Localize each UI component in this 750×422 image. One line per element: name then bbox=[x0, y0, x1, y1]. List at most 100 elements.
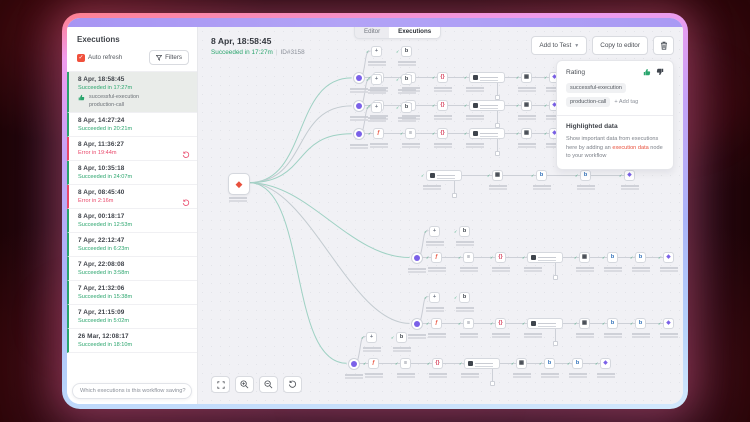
execution-list-item[interactable]: 26 Mar, 12:08:17Succeeded in 18:10m bbox=[67, 329, 197, 353]
workflow-branch-node[interactable] bbox=[353, 128, 365, 140]
execution-list-item[interactable]: 7 Apr, 22:08:08Succeeded in 3:58m bbox=[67, 257, 197, 281]
execution-status: Error in 19:44m bbox=[78, 150, 189, 156]
workflow-node-curly[interactable]: {} bbox=[495, 318, 506, 329]
workflow-node-bdark[interactable]: b bbox=[401, 46, 412, 57]
workflow-node-bars[interactable]: ≡ bbox=[463, 252, 474, 263]
workflow-node-plus[interactable]: + bbox=[371, 74, 382, 85]
node-label bbox=[393, 347, 411, 349]
workflow-node-curly[interactable]: {} bbox=[437, 72, 448, 83]
workflow-node-wide[interactable] bbox=[527, 318, 563, 329]
workflow-node-wide[interactable] bbox=[527, 252, 563, 263]
workflow-root-node[interactable]: ◆ bbox=[228, 173, 250, 195]
workflow-node-bdark[interactable]: b bbox=[401, 74, 412, 85]
workflow-node-gear[interactable]: ▦ bbox=[521, 128, 532, 139]
filters-button[interactable]: Filters bbox=[149, 50, 189, 65]
retry-icon[interactable] bbox=[182, 199, 190, 207]
node-label bbox=[569, 373, 587, 375]
workflow-node-dot[interactable]: ƒ bbox=[373, 128, 384, 139]
workflow-node-curly[interactable]: {} bbox=[495, 252, 506, 263]
execution-list-item[interactable]: 8 Apr, 00:18:17Succeeded in 12:53m bbox=[67, 209, 197, 233]
node-branch-endpoint bbox=[495, 151, 500, 156]
reset-zoom-button[interactable] bbox=[283, 376, 302, 393]
workflow-saving-question[interactable]: Which executions is this workflow saving… bbox=[72, 383, 192, 399]
workflow-node-gear[interactable]: ▦ bbox=[579, 318, 590, 329]
workflow-node-plus[interactable]: + bbox=[429, 226, 440, 237]
execution-list-item[interactable]: 8 Apr, 18:58:45Succeeded in 17:27msucces… bbox=[67, 72, 197, 113]
workflow-node-gear[interactable]: ▦ bbox=[521, 100, 532, 111]
node-label bbox=[398, 117, 416, 119]
workflow-node-gear[interactable]: ▦ bbox=[516, 358, 527, 369]
workflow-node-plus[interactable]: + bbox=[429, 292, 440, 303]
workflow-node-end[interactable]: ◆ bbox=[624, 170, 635, 181]
zoom-out-button[interactable] bbox=[259, 376, 278, 393]
checkbox-checked-icon[interactable]: ✓ bbox=[77, 54, 85, 62]
execution-list-item[interactable]: 8 Apr, 11:36:27Error in 19:44m bbox=[67, 137, 197, 161]
workflow-node-gear[interactable]: ▦ bbox=[492, 170, 503, 181]
workflow-branch-node[interactable] bbox=[348, 358, 360, 370]
workflow-node-dot[interactable]: ƒ bbox=[368, 358, 379, 369]
workflow-branch-node[interactable] bbox=[353, 72, 365, 84]
workflow-node-b[interactable]: b bbox=[607, 318, 618, 329]
thumbs-up-icon[interactable] bbox=[643, 68, 651, 76]
workflow-node-end[interactable]: ◆ bbox=[663, 318, 674, 329]
thumbs-down-icon[interactable] bbox=[656, 68, 664, 76]
execution-list-item[interactable]: 7 Apr, 21:32:06Succeeded in 15:38m bbox=[67, 281, 197, 305]
tag-chip[interactable]: successful-execution bbox=[566, 83, 626, 93]
workflow-node-b[interactable]: b bbox=[580, 170, 591, 181]
execution-list-item[interactable]: 8 Apr, 08:45:40Error in 2:16m bbox=[67, 185, 197, 209]
workflow-node-bdark[interactable]: b bbox=[459, 292, 470, 303]
workflow-node-curly[interactable]: {} bbox=[432, 358, 443, 369]
workflow-node-b[interactable]: b bbox=[572, 358, 583, 369]
execution-list-item[interactable]: 7 Apr, 21:15:09Succeeded in 5:02m bbox=[67, 305, 197, 329]
auto-refresh-toggle[interactable]: ✓ Auto refresh bbox=[77, 54, 122, 62]
tab-editor[interactable]: Editor bbox=[355, 27, 389, 38]
workflow-node-wide[interactable] bbox=[426, 170, 462, 181]
workflow-branch-node[interactable] bbox=[411, 318, 423, 330]
workflow-node-curly[interactable]: {} bbox=[437, 100, 448, 111]
workflow-branch-node[interactable] bbox=[411, 252, 423, 264]
node-text-lines bbox=[480, 105, 498, 107]
delete-execution-button[interactable] bbox=[653, 36, 674, 55]
workflow-node-gear[interactable]: ▦ bbox=[521, 72, 532, 83]
workflow-node-bars[interactable]: ≡ bbox=[405, 128, 416, 139]
workflow-node-wide[interactable] bbox=[469, 128, 505, 139]
node-icon: b bbox=[540, 173, 543, 179]
workflow-node-plus[interactable]: + bbox=[371, 102, 382, 113]
workflow-node-end[interactable]: ◆ bbox=[663, 252, 674, 263]
copy-to-editor-button[interactable]: Copy to editor bbox=[592, 36, 648, 55]
execution-list-item[interactable]: 8 Apr, 14:27:24Succeeded in 20:21m bbox=[67, 113, 197, 137]
workflow-node-dot[interactable]: ƒ bbox=[431, 318, 442, 329]
workflow-node-plus[interactable]: + bbox=[371, 46, 382, 57]
workflow-node-curly[interactable]: {} bbox=[437, 128, 448, 139]
workflow-node-b[interactable]: b bbox=[544, 358, 555, 369]
workflow-node-b[interactable]: b bbox=[635, 318, 646, 329]
execution-data-link[interactable]: execution data bbox=[612, 145, 648, 151]
workflow-node-b[interactable]: b bbox=[607, 252, 618, 263]
workflow-node-bars[interactable]: ≡ bbox=[463, 318, 474, 329]
execution-list-item[interactable]: 8 Apr, 10:35:18Succeeded in 24:07m bbox=[67, 161, 197, 185]
add-tag-button[interactable]: + Add tag bbox=[614, 99, 638, 105]
workflow-node-end[interactable]: ◆ bbox=[600, 358, 611, 369]
workflow-node-plus[interactable]: + bbox=[366, 332, 377, 343]
workflow-node-gear[interactable]: ▦ bbox=[579, 252, 590, 263]
workflow-node-bdark[interactable]: b bbox=[459, 226, 470, 237]
execution-list-item[interactable]: 7 Apr, 22:12:47Succeeded in 6:23m bbox=[67, 233, 197, 257]
zoom-in-button[interactable] bbox=[235, 376, 254, 393]
app-window-glow-frame: Executions ✓ Auto refresh Filters 8 Apr,… bbox=[62, 13, 688, 409]
workflow-node-b[interactable]: b bbox=[536, 170, 547, 181]
fit-view-button[interactable] bbox=[211, 376, 230, 393]
workflow-node-bars[interactable]: ≡ bbox=[400, 358, 411, 369]
workflow-node-wide[interactable] bbox=[469, 100, 505, 111]
add-to-test-button[interactable]: Add to Test ▼ bbox=[531, 36, 587, 55]
tab-executions[interactable]: Executions bbox=[389, 27, 440, 38]
retry-icon[interactable] bbox=[182, 151, 190, 159]
tag-chip[interactable]: production-call bbox=[566, 97, 610, 107]
workflow-node-wide[interactable] bbox=[464, 358, 500, 369]
workflow-node-wide[interactable] bbox=[469, 72, 505, 83]
thumbs-up-icon bbox=[78, 94, 85, 101]
workflow-node-b[interactable]: b bbox=[635, 252, 646, 263]
workflow-branch-node[interactable] bbox=[353, 100, 365, 112]
workflow-node-bdark[interactable]: b bbox=[396, 332, 407, 343]
workflow-node-dot[interactable]: ƒ bbox=[431, 252, 442, 263]
workflow-node-bdark[interactable]: b bbox=[401, 102, 412, 113]
